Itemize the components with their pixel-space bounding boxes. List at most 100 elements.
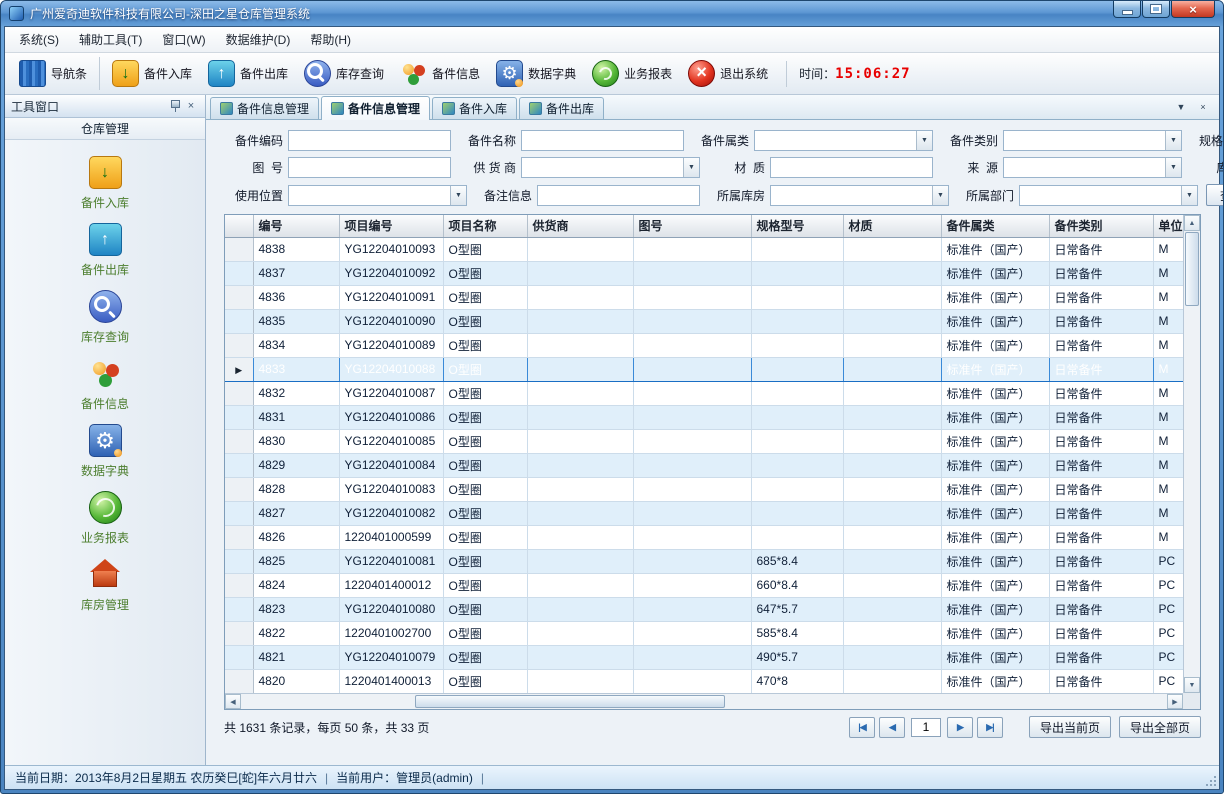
dropdown-arrow-icon[interactable] xyxy=(916,131,932,150)
table-row[interactable]: 4827 YG12204010082 O型圈 标准件（国产） 日常备件 xyxy=(225,501,1183,525)
tab-parts-info-mgmt-1[interactable]: 备件信息管理 xyxy=(210,97,319,119)
column-header[interactable] xyxy=(225,215,253,237)
column-header[interactable]: 规格型号 xyxy=(751,215,843,237)
sidebar-data-dictionary[interactable]: 数据字典 xyxy=(30,424,180,491)
dropdown-arrow-icon[interactable] xyxy=(450,186,466,205)
source-select[interactable] xyxy=(1003,157,1182,178)
table-row[interactable]: 4822 1220401002700 O型圈 585*8.4 标准件（国产） xyxy=(225,621,1183,645)
row-indicator-cell[interactable] xyxy=(225,597,253,621)
next-page-button[interactable]: ▶ xyxy=(947,717,973,738)
toolbar-parts-outbound-button[interactable]: 备件出库 xyxy=(200,57,296,90)
menu-aux-tools[interactable]: 辅助工具(T) xyxy=(69,27,152,52)
dropdown-arrow-icon[interactable] xyxy=(1165,131,1181,150)
toolbar-navbar-button[interactable]: 导航条 xyxy=(11,57,95,90)
table-row[interactable]: 4830 YG12204010085 O型圈 标准件（国产） 日常备件 xyxy=(225,429,1183,453)
department-select[interactable] xyxy=(1019,185,1198,206)
menu-help[interactable]: 帮助(H) xyxy=(300,27,361,52)
tab-list-button[interactable]: ▼ xyxy=(1173,99,1189,115)
toolbar-data-dictionary-button[interactable]: 数据字典 xyxy=(488,57,584,90)
tab-close-button[interactable]: × xyxy=(1195,99,1211,115)
row-indicator-cell[interactable] xyxy=(225,333,253,357)
row-indicator-cell[interactable] xyxy=(225,549,253,573)
scroll-up-button[interactable] xyxy=(1184,215,1200,231)
column-header[interactable]: 备件属类 xyxy=(941,215,1049,237)
query-button[interactable]: 查询 xyxy=(1206,184,1224,206)
dropdown-arrow-icon[interactable] xyxy=(932,186,948,205)
dropdown-arrow-icon[interactable] xyxy=(683,158,699,177)
row-indicator-cell[interactable] xyxy=(225,477,253,501)
scroll-down-button[interactable] xyxy=(1184,677,1200,693)
drawing-number-input[interactable] xyxy=(288,157,451,178)
row-indicator-cell[interactable] xyxy=(225,237,253,261)
hscroll-thumb[interactable] xyxy=(415,695,725,708)
row-indicator-cell[interactable] xyxy=(225,453,253,477)
column-header[interactable]: 备件类别 xyxy=(1049,215,1153,237)
row-indicator-cell[interactable] xyxy=(225,525,253,549)
table-row[interactable]: 4838 YG12204010093 O型圈 标准件（国产） 日常备件 xyxy=(225,237,1183,261)
row-indicator-cell[interactable] xyxy=(225,669,253,693)
table-row[interactable]: 4824 1220401400012 O型圈 660*8.4 标准件（国产） xyxy=(225,573,1183,597)
sidebar-group-warehouse[interactable]: 仓库管理 xyxy=(5,118,205,140)
close-button[interactable]: × xyxy=(1171,1,1215,18)
prev-page-button[interactable]: ◀ xyxy=(879,717,905,738)
material-input[interactable] xyxy=(770,157,933,178)
table-row[interactable]: 4821 YG12204010079 O型圈 490*5.7 标准件（国产） xyxy=(225,645,1183,669)
usage-position-select[interactable] xyxy=(288,185,467,206)
column-header[interactable]: 单位 xyxy=(1153,215,1183,237)
vscroll-thumb[interactable] xyxy=(1185,232,1199,306)
table-row[interactable]: 4834 YG12204010089 O型圈 标准件（国产） 日常备件 xyxy=(225,333,1183,357)
export-current-page-button[interactable]: 导出当前页 xyxy=(1029,716,1111,738)
toolbar-parts-info-button[interactable]: 备件信息 xyxy=(392,57,488,90)
tab-parts-info-mgmt-2[interactable]: 备件信息管理 xyxy=(321,96,430,120)
table-row[interactable]: 4829 YG12204010084 O型圈 标准件（国产） 日常备件 xyxy=(225,453,1183,477)
row-indicator-cell[interactable] xyxy=(225,285,253,309)
part-category-select[interactable] xyxy=(754,130,933,151)
remark-input[interactable] xyxy=(537,185,700,206)
sidebar-close-button[interactable]: × xyxy=(183,98,199,114)
row-indicator-cell[interactable] xyxy=(225,645,253,669)
row-indicator-cell[interactable] xyxy=(225,429,253,453)
sidebar-parts-info[interactable]: 备件信息 xyxy=(30,357,180,424)
row-indicator-cell[interactable] xyxy=(225,261,253,285)
row-indicator-cell[interactable] xyxy=(225,405,253,429)
column-header[interactable]: 项目名称 xyxy=(443,215,527,237)
part-code-input[interactable] xyxy=(288,130,451,151)
row-indicator-cell[interactable] xyxy=(225,573,253,597)
toolbar-parts-inbound-button[interactable]: 备件入库 xyxy=(99,57,200,90)
tab-parts-inbound[interactable]: 备件入库 xyxy=(432,97,517,119)
export-all-pages-button[interactable]: 导出全部页 xyxy=(1119,716,1201,738)
part-name-input[interactable] xyxy=(521,130,684,151)
last-page-button[interactable]: ▶| xyxy=(977,717,1003,738)
table-row[interactable]: 4825 YG12204010081 O型圈 685*8.4 标准件（国产） xyxy=(225,549,1183,573)
row-indicator-cell[interactable] xyxy=(225,501,253,525)
first-page-button[interactable]: |◀ xyxy=(849,717,875,738)
sidebar-parts-inbound[interactable]: 备件入库 xyxy=(30,156,180,223)
toolbar-exit-system-button[interactable]: 退出系统 xyxy=(680,57,776,90)
vertical-scrollbar[interactable] xyxy=(1183,215,1200,693)
table-row[interactable]: 4832 YG12204010087 O型圈 标准件（国产） 日常备件 xyxy=(225,381,1183,405)
toolbar-stock-query-button[interactable]: 库存查询 xyxy=(296,57,392,90)
menu-window[interactable]: 窗口(W) xyxy=(152,27,215,52)
table-row[interactable]: 4823 YG12204010080 O型圈 647*5.7 标准件（国产） xyxy=(225,597,1183,621)
page-number-input[interactable] xyxy=(911,718,941,737)
column-header[interactable]: 图号 xyxy=(633,215,751,237)
part-class-select[interactable] xyxy=(1003,130,1182,151)
menu-system[interactable]: 系统(S) xyxy=(9,27,69,52)
sidebar-warehouse-management[interactable]: 库房管理 xyxy=(30,558,180,625)
resize-grip[interactable] xyxy=(1206,776,1216,786)
row-indicator-cell[interactable] xyxy=(225,309,253,333)
table-row[interactable]: 4828 YG12204010083 O型圈 标准件（国产） 日常备件 xyxy=(225,477,1183,501)
warehouse-select[interactable] xyxy=(770,185,949,206)
dropdown-arrow-icon[interactable] xyxy=(1181,186,1197,205)
sidebar-stock-query[interactable]: 库存查询 xyxy=(30,290,180,357)
menu-data-maintenance[interactable]: 数据维护(D) xyxy=(216,27,301,52)
scroll-left-button[interactable] xyxy=(225,694,241,709)
dropdown-arrow-icon[interactable] xyxy=(1165,158,1181,177)
minimize-button[interactable] xyxy=(1113,1,1141,18)
table-row[interactable]: 4826 1220401000599 O型圈 标准件（国产） 日常备件 xyxy=(225,525,1183,549)
supplier-select[interactable] xyxy=(521,157,700,178)
sidebar-parts-outbound[interactable]: 备件出库 xyxy=(30,223,180,290)
toolbar-business-report-button[interactable]: 业务报表 xyxy=(584,57,680,90)
horizontal-scrollbar[interactable] xyxy=(225,693,1183,709)
pin-icon[interactable] xyxy=(167,98,183,114)
